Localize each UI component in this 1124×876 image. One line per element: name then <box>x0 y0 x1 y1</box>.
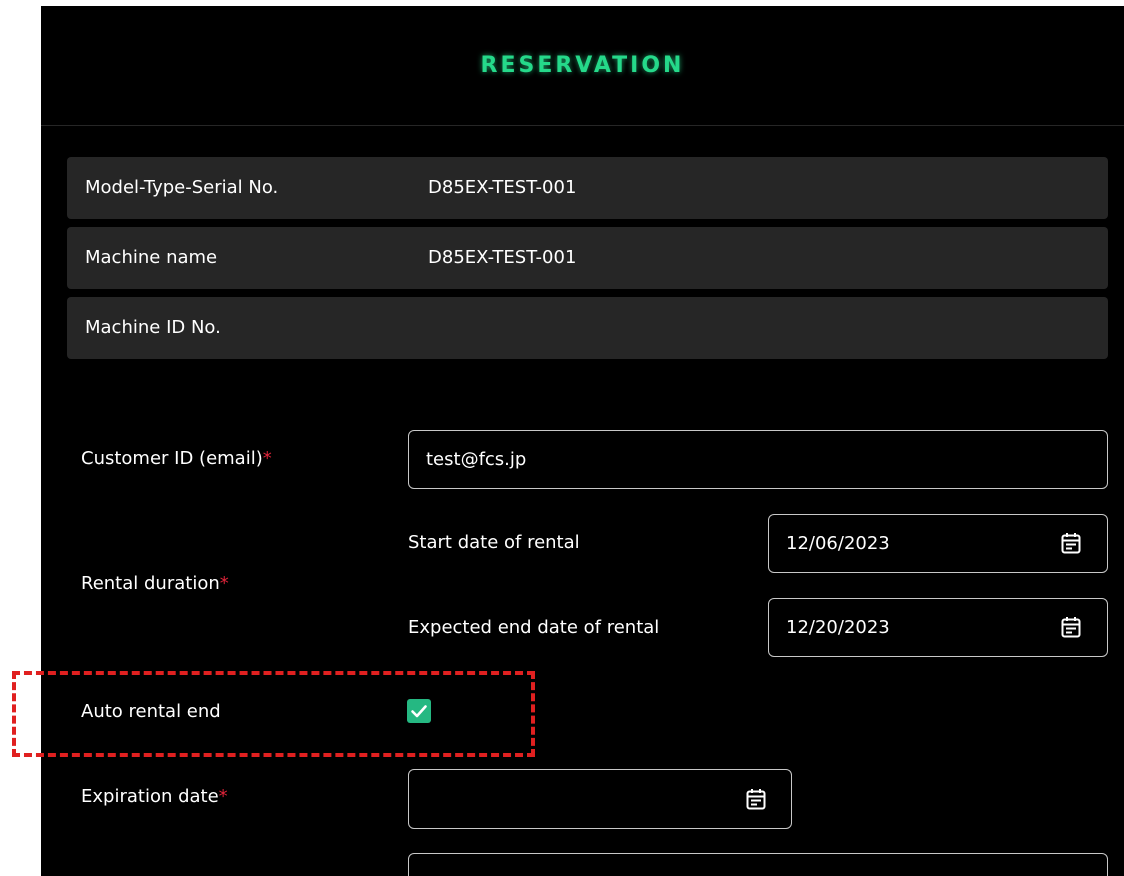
required-asterisk: * <box>262 448 272 469</box>
start-date-label: Start date of rental <box>408 532 580 553</box>
calendar-icon[interactable] <box>1061 616 1081 638</box>
expiration-date-input[interactable] <box>408 769 792 829</box>
info-label-model-type-serial: Model-Type-Serial No. <box>85 177 279 198</box>
start-date-input-value: 12/06/2023 <box>786 533 890 554</box>
highlight-annotation <box>12 671 535 757</box>
info-label-machine-id: Machine ID No. <box>85 317 221 338</box>
start-date-input[interactable]: 12/06/2023 <box>768 514 1108 573</box>
end-date-label: Expected end date of rental <box>408 617 660 638</box>
rental-duration-label: Rental duration* <box>81 573 229 594</box>
end-date-input[interactable]: 12/20/2023 <box>768 598 1108 657</box>
next-field-input[interactable] <box>408 853 1108 876</box>
info-row-machine-name: Machine name D85EX-TEST-001 <box>67 227 1108 289</box>
customer-id-input[interactable]: test@fcs.jp <box>408 430 1108 489</box>
info-row-model-type-serial: Model-Type-Serial No. D85EX-TEST-001 <box>67 157 1108 219</box>
customer-id-input-value: test@fcs.jp <box>426 449 527 470</box>
required-asterisk: * <box>219 573 229 594</box>
end-date-input-value: 12/20/2023 <box>786 617 890 638</box>
info-value-machine-name: D85EX-TEST-001 <box>428 247 577 268</box>
calendar-icon[interactable] <box>1061 532 1081 554</box>
info-value-model-type-serial: D85EX-TEST-001 <box>428 177 577 198</box>
customer-id-label-text: Customer ID (email) <box>81 448 263 469</box>
calendar-icon[interactable] <box>746 788 766 810</box>
info-row-machine-id: Machine ID No. <box>67 297 1108 359</box>
required-asterisk: * <box>218 786 228 807</box>
rental-duration-label-text: Rental duration <box>81 573 220 594</box>
info-label-machine-name: Machine name <box>85 247 218 268</box>
page-title: RESERVATION <box>480 53 685 78</box>
customer-id-label: Customer ID (email)* <box>81 448 272 469</box>
expiration-date-label: Expiration date* <box>81 786 228 807</box>
panel-header: RESERVATION <box>41 6 1124 126</box>
expiration-date-label-text: Expiration date <box>81 786 219 807</box>
